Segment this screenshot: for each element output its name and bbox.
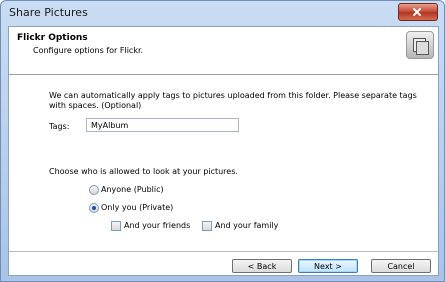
picture-sheet-front — [416, 41, 429, 55]
tags-label: Tags: — [49, 122, 70, 131]
checkbox-friends[interactable] — [111, 221, 121, 231]
tags-input[interactable] — [86, 118, 239, 132]
footer-divider — [9, 251, 438, 252]
page-title: Flickr Options — [17, 33, 88, 43]
cancel-button[interactable]: Cancel — [371, 259, 431, 273]
checkbox-family-label[interactable]: And your family — [215, 221, 278, 230]
radio-public[interactable] — [89, 185, 99, 195]
window-title: Share Pictures — [9, 6, 88, 19]
share-pictures-window: Share Pictures Flickr Options Configure … — [0, 0, 445, 282]
visibility-prompt: Choose who is allowed to look at your pi… — [49, 167, 238, 176]
radio-private[interactable] — [89, 203, 99, 213]
radio-public-label[interactable]: Anyone (Public) — [101, 185, 164, 194]
dialog-client-area: Flickr Options Configure options for Fli… — [8, 26, 439, 276]
page-subtitle: Configure options for Flickr. — [33, 46, 144, 55]
radio-private-label[interactable]: Only you (Private) — [101, 203, 173, 212]
checkbox-friends-label[interactable]: And your friends — [124, 221, 190, 230]
next-button[interactable]: Next > — [298, 259, 358, 273]
title-bar[interactable]: Share Pictures — [1, 1, 444, 25]
checkbox-family[interactable] — [202, 221, 212, 231]
close-button[interactable] — [398, 3, 438, 21]
back-button[interactable]: < Back — [232, 259, 292, 273]
wizard-header: Flickr Options Configure options for Fli… — [9, 27, 438, 75]
pictures-icon — [406, 31, 434, 59]
tags-description: We can automatically apply tags to pictu… — [49, 91, 417, 110]
